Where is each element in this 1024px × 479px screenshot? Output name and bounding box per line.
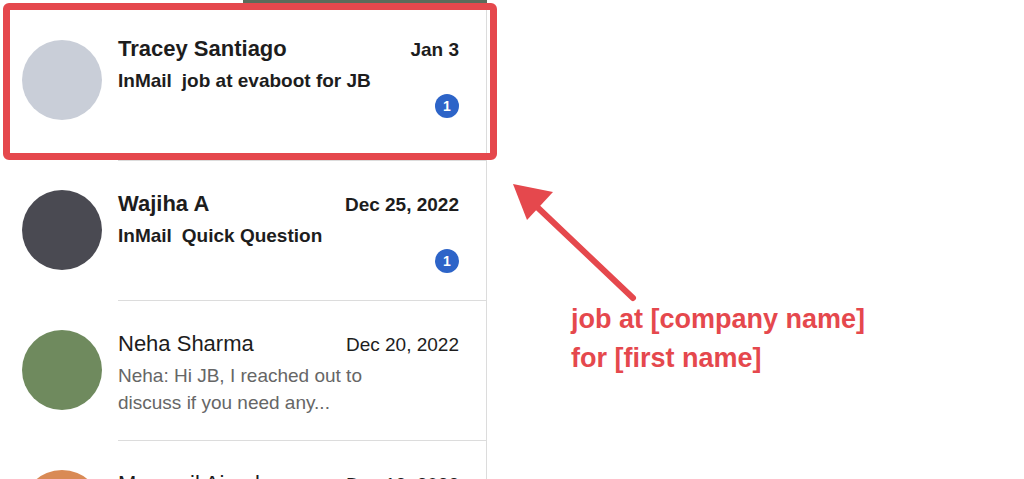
sender-name: Neha Sharma [118,331,254,357]
screen: Tracey Santiago Jan 3 InMail job at evaboot… [0,0,1024,479]
conversation-item[interactable]: Wajiha A Dec 25, 2022 InMail Quick Question… [0,160,486,300]
subject: job at evaboot for JB [182,70,371,92]
conversation-content: Neha Sharma Dec 20, 2022 Neha: Hi JB, I re… [118,300,486,440]
sender-name: Muzamil Ajmal [118,471,260,479]
annotation-line: job at [company name] [571,300,865,339]
conversation-item[interactable]: Tracey Santiago Jan 3 InMail job at evaboot… [0,0,486,160]
sender-name: Tracey Santiago [118,36,287,62]
arrow-icon [505,178,645,308]
avatar-photo[interactable] [22,470,102,479]
annotation-line: for [first name] [571,339,865,378]
annotation: job at [company name]for [first name] [571,300,865,378]
sender-name: Wajiha A [118,191,209,217]
message-date: Dec 20, 2022 [346,334,459,356]
avatar-photo[interactable] [22,40,102,120]
message-date: Dec 12, 2022 [346,474,459,479]
subject-line: InMail job at evaboot for JB [118,70,459,92]
conversation-item[interactable]: Neha Sharma Dec 20, 2022 Neha: Hi JB, I re… [0,300,486,440]
unread-badge: 1 [435,249,459,273]
inmail-tag: InMail [118,225,172,247]
conversation-item[interactable]: Muzamil Ajmal Dec 12, 2022 [0,440,486,479]
conversation-content: Tracey Santiago Jan 3 InMail job at evaboot… [118,0,486,160]
subject-line: InMail Quick Question [118,225,459,247]
highlight-box [3,3,497,160]
message-date: Jan 3 [410,39,459,61]
conversation-content: Muzamil Ajmal Dec 12, 2022 [118,440,486,479]
avatar-photo[interactable] [22,330,102,410]
message-preview: Neha: Hi JB, I reached out to discuss if… [118,363,418,416]
inmail-tag: InMail [118,70,172,92]
conversation-content: Wajiha A Dec 25, 2022 InMail Quick Question… [118,160,486,300]
avatar-photo[interactable] [22,190,102,270]
message-date: Dec 25, 2022 [345,194,459,216]
unread-badge: 1 [435,94,459,118]
subject: Quick Question [182,225,322,247]
conversation-list: Tracey Santiago Jan 3 InMail job at evaboot… [0,0,487,479]
